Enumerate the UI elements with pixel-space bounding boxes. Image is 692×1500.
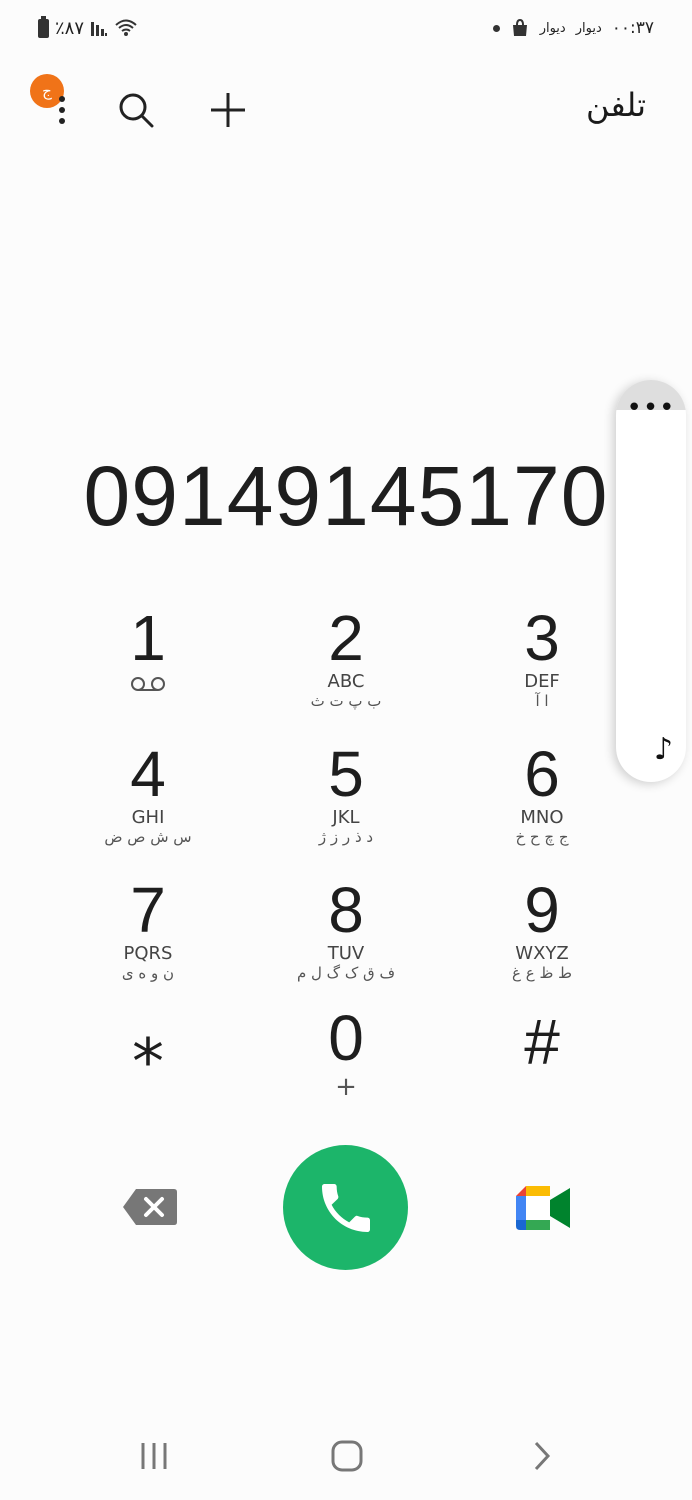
back-button[interactable] (518, 1432, 566, 1480)
key-digit: 5 (328, 738, 364, 810)
add-contact-button[interactable] (204, 86, 252, 134)
status-bar-right: دیوار دیوار ۰۰:۳۷ (492, 14, 654, 42)
backspace-icon (123, 1189, 177, 1225)
notification-dot (492, 24, 500, 32)
voicemail-icon (131, 677, 165, 691)
key-0[interactable]: 0 + (256, 1006, 436, 1126)
key-persian-letters: ا آ (535, 692, 549, 710)
key-letters: DEF (524, 671, 560, 692)
key-digit: 3 (524, 602, 560, 674)
key-digit: # (524, 1006, 560, 1078)
phone-icon (321, 1183, 370, 1232)
key-persian-letters: ط ظ ع غ (512, 964, 572, 982)
key-digit: 9 (524, 874, 560, 946)
key-digit: 6 (524, 738, 560, 810)
shopping-bag-icon (512, 18, 527, 36)
key-letters: JKL (332, 807, 360, 828)
key-digit: 7 (130, 874, 166, 946)
search-button[interactable] (112, 86, 160, 134)
backspace-button[interactable] (122, 1188, 178, 1226)
plus-sign: + (335, 1072, 357, 1102)
dialed-number[interactable]: 09149145170 (0, 448, 692, 545)
more-options-button[interactable] (38, 86, 86, 134)
key-digit: 4 (130, 738, 166, 810)
key-5[interactable]: 5 JKL د ذ ر ز ژ (256, 742, 436, 862)
key-persian-letters: س ش ص ض (104, 828, 192, 846)
plus-icon (211, 93, 245, 127)
call-button[interactable] (283, 1145, 408, 1270)
key-digit: ⁎ (132, 1006, 164, 1078)
key-digit: 8 (328, 874, 364, 946)
video-call-button[interactable] (516, 1186, 570, 1230)
key-7[interactable]: 7 PQRS ن و ه ی (58, 878, 238, 998)
music-note-icon[interactable]: ♪ (654, 732, 673, 767)
signal-icon (91, 22, 108, 36)
home-button[interactable] (323, 1432, 371, 1480)
recent-apps-icon (141, 1443, 167, 1469)
key-digit: 2 (328, 602, 364, 674)
key-6[interactable]: 6 MNO ج چ ح خ (452, 742, 632, 862)
key-letters: PQRS (123, 943, 173, 964)
page-title: تلفن (585, 86, 646, 124)
key-persian-letters: ج چ ح خ (515, 828, 569, 846)
google-meet-icon (516, 1186, 570, 1230)
edge-panel-more-icon[interactable]: ••• (616, 395, 686, 421)
key-hash[interactable]: # (452, 1010, 632, 1130)
key-persian-letters: ف ق ک گ ل م (296, 964, 396, 982)
key-3[interactable]: 3 DEF ا آ (452, 606, 632, 726)
key-letters: MNO (520, 807, 564, 828)
divar-notification-1: دیوار (539, 20, 566, 36)
battery-percent: ٪۸۷ (55, 17, 85, 39)
more-vert-icon (59, 96, 65, 124)
back-chevron-icon (534, 1441, 551, 1471)
key-2[interactable]: 2 ABC ب پ ت ث (256, 606, 436, 726)
key-letters: WXYZ (515, 943, 569, 964)
key-digit: 0 (328, 1002, 364, 1074)
key-9[interactable]: 9 WXYZ ط ظ ع غ (452, 878, 632, 998)
key-letters: GHI (131, 807, 165, 828)
key-letters: TUV (327, 943, 365, 964)
wifi-icon (115, 19, 137, 36)
key-persian-letters: ن و ه ی (121, 964, 175, 982)
key-persian-letters: د ذ ر ز ژ (318, 828, 374, 846)
key-star[interactable]: ⁎ (58, 1010, 238, 1130)
home-icon (331, 1440, 363, 1472)
key-8[interactable]: 8 TUV ف ق ک گ ل م (256, 878, 436, 998)
recent-apps-button[interactable] (130, 1432, 178, 1480)
key-4[interactable]: 4 GHI س ش ص ض (58, 742, 238, 862)
key-persian-letters: ب پ ت ث (310, 692, 382, 710)
key-letters: ABC (327, 671, 365, 692)
key-digit: 1 (130, 602, 166, 674)
status-bar-left: ٪۸۷ (38, 14, 138, 42)
battery-icon (38, 15, 49, 38)
key-1[interactable]: 1 (58, 606, 238, 726)
search-icon (119, 93, 154, 128)
divar-notification-2: دیوار (575, 20, 602, 36)
clock: ۰۰:۳۷ (611, 18, 654, 38)
